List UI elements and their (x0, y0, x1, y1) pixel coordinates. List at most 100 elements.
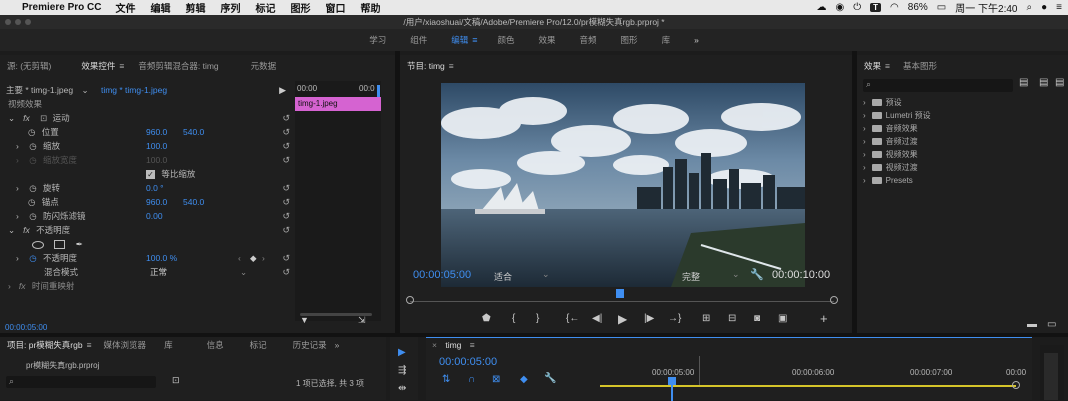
tab-metadata[interactable]: 元数据 (251, 60, 277, 72)
menu-edit[interactable]: 编辑 (150, 0, 170, 15)
close-tab-icon[interactable]: × (432, 340, 437, 350)
opacity-value[interactable]: 100.0 % (146, 251, 177, 265)
stopwatch-active-icon[interactable]: ◷ (29, 253, 36, 263)
workspace-assembly[interactable]: 组件 (410, 34, 427, 46)
scale-value[interactable]: 100.0 (146, 139, 167, 153)
panel-menu-icon[interactable]: ≡ (470, 340, 475, 350)
menu-clip[interactable]: 剪辑 (185, 0, 205, 15)
position-x-value[interactable]: 960.0 (146, 125, 167, 139)
accelerated-effects-icon[interactable]: ▤ (1019, 77, 1028, 88)
wrench-icon[interactable]: 🔧 (750, 268, 764, 281)
reset-position-icon[interactable]: ↺ (282, 125, 290, 139)
add-marker-icon[interactable]: ⬟ (482, 313, 491, 324)
comparison-view-icon[interactable]: ▣ (778, 313, 787, 324)
close-window-button[interactable] (5, 19, 11, 25)
opacity-section-row[interactable]: ⌄ fx 不透明度 ↺ (8, 223, 290, 237)
reset-anchor-icon[interactable]: ↺ (282, 195, 290, 209)
effects-folder-audio-transitions[interactable]: › 音频过渡 (863, 135, 918, 148)
zoom-window-button[interactable] (25, 19, 31, 25)
menu-file[interactable]: 文件 (115, 0, 135, 15)
find-icon[interactable]: ⊡ (172, 375, 180, 386)
new-bin-icon[interactable]: ▬ (1027, 319, 1037, 330)
eye-icon[interactable]: ◉ (836, 2, 845, 13)
step-forward-icon[interactable]: |▶ (644, 313, 654, 324)
stopwatch-icon[interactable]: ◷ (28, 127, 35, 137)
anchor-y-value[interactable]: 540.0 (183, 195, 204, 209)
effects-search-input[interactable]: ⌕ (863, 79, 1013, 92)
tab-essential-graphics[interactable]: 基本图形 (903, 60, 937, 72)
cloud-icon[interactable]: ☁ (817, 2, 827, 13)
rotation-value[interactable]: 0.0 ° (146, 181, 164, 195)
add-keyframe-icon[interactable]: ◆ (250, 251, 257, 265)
more-tabs-icon[interactable]: » (335, 340, 340, 350)
tab-effects[interactable]: 效果 (864, 60, 881, 72)
battery-icon[interactable]: ▭ (937, 2, 946, 13)
snap-icon[interactable]: ∩ (468, 374, 475, 385)
effect-controls-timecode[interactable]: 00:00:05:00 (5, 323, 47, 332)
workspace-effects[interactable]: 效果 (539, 34, 556, 46)
program-playhead[interactable] (616, 289, 624, 298)
position-y-value[interactable]: 540.0 (183, 125, 204, 139)
tab-source[interactable]: 源: (无剪辑) (7, 60, 51, 72)
reset-scale-icon[interactable]: ↺ (282, 139, 290, 153)
fx-icon[interactable]: fx (23, 113, 30, 123)
menu-markers[interactable]: 标记 (255, 0, 275, 15)
tab-timeline-sequence[interactable]: timg (445, 340, 461, 350)
workspace-graphics[interactable]: 图形 (621, 34, 638, 46)
yuv-effects-icon[interactable]: ▤ (1055, 77, 1064, 88)
reset-antiflicker-icon[interactable]: ↺ (282, 209, 290, 223)
clock[interactable]: 周一 下午2:40 (955, 0, 1017, 15)
reset-opacity-icon[interactable]: ↺ (282, 251, 290, 265)
motion-transform-icon[interactable]: ⊡ (40, 113, 47, 123)
reset-motion-icon[interactable]: ↺ (282, 111, 290, 125)
time-remap-row[interactable]: › fx 时间重映射 (8, 279, 74, 293)
antiflicker-value[interactable]: 0.00 (146, 209, 163, 223)
motion-row[interactable]: ⌄ fx ⊡ 运动 ↺ (8, 111, 290, 125)
panel-menu-icon[interactable]: ≡ (449, 61, 454, 71)
scrubber-start-handle[interactable] (406, 296, 414, 304)
pen-mask-icon[interactable]: ✒ (76, 239, 83, 249)
uniform-scale-checkbox[interactable]: ✓ (146, 170, 155, 180)
panel-menu-icon[interactable]: ≡ (119, 61, 124, 71)
go-to-out-icon[interactable]: →} (668, 313, 681, 324)
prev-keyframe-icon[interactable]: ‹ (238, 251, 241, 265)
workspace-more-button[interactable]: » (694, 35, 699, 45)
tab-media-browser[interactable]: 媒体浏览器 (104, 339, 147, 351)
power-icon[interactable]: ⏻ (853, 2, 861, 13)
next-keyframe-icon[interactable]: › (262, 251, 265, 265)
add-button-icon[interactable]: + (820, 311, 828, 326)
panel-menu-icon[interactable]: ≡ (87, 340, 92, 350)
stopwatch-icon[interactable]: ◷ (29, 183, 36, 193)
add-marker-icon[interactable]: ◆ (520, 374, 528, 385)
work-area-end-handle[interactable] (1012, 381, 1020, 389)
reset-opacity-section-icon[interactable]: ↺ (282, 223, 290, 237)
effects-folder-lumetri[interactable]: › Lumetri 预设 (863, 109, 931, 122)
tab-libraries[interactable]: 库 (164, 339, 173, 351)
selection-tool-icon[interactable]: ▶ (398, 347, 406, 358)
master-clip-label[interactable]: 主要 * timg-1.jpeg (6, 85, 73, 95)
rectangle-mask-icon[interactable] (54, 240, 66, 250)
track-select-tool-icon[interactable]: ⇶ (398, 365, 406, 376)
mark-out-icon[interactable]: } (536, 313, 539, 324)
effects-folder-audio-effects[interactable]: › 音频效果 (863, 122, 918, 135)
ripple-edit-tool-icon[interactable]: ⇹ (398, 383, 406, 394)
wifi-icon[interactable]: ◠ (890, 2, 899, 13)
nest-sequence-icon[interactable]: ⇅ (442, 374, 450, 385)
project-search-input[interactable]: ⌕ (6, 376, 156, 388)
reset-scale-width-icon[interactable]: ↺ (282, 153, 290, 167)
filter-icon[interactable]: ▼ (300, 315, 309, 325)
tab-markers[interactable]: 标记 (250, 339, 267, 351)
export-icon[interactable]: ⇲ (358, 315, 366, 326)
ellipse-mask-icon[interactable] (32, 240, 44, 249)
wrench-icon[interactable]: 🔧 (544, 373, 556, 384)
play-arrow-icon[interactable]: ▶ (279, 83, 286, 97)
effects-folder-video-transitions[interactable]: › 视频过渡 (863, 161, 918, 174)
work-area-bar[interactable] (600, 385, 1016, 387)
menu-sequence[interactable]: 序列 (220, 0, 240, 15)
effects-folder-presets[interactable]: › 预设 (863, 96, 902, 109)
extract-icon[interactable]: ⊟ (728, 313, 736, 324)
workspace-audio[interactable]: 音频 (580, 34, 597, 46)
stopwatch-icon[interactable]: ◷ (29, 211, 36, 221)
panel-menu-icon[interactable]: ≡ (885, 61, 890, 71)
workspace-menu-icon[interactable]: ≡ (472, 35, 477, 45)
